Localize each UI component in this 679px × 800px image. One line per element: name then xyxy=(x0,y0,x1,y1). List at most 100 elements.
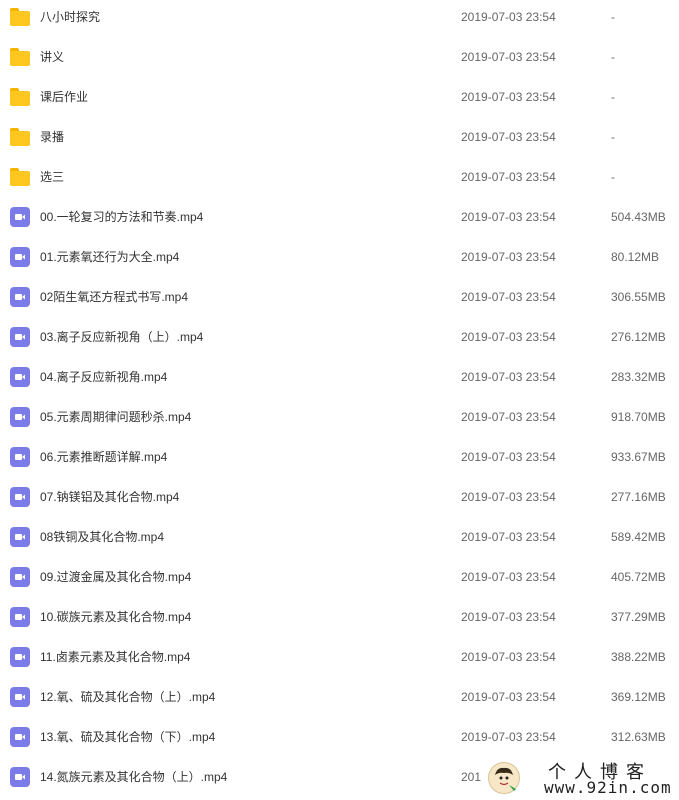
file-size: - xyxy=(611,130,615,144)
watermark-url: www.92in.com xyxy=(544,778,672,797)
list-item[interactable]: 课后作业 2019-07-03 23:54 - xyxy=(0,80,679,120)
file-name[interactable]: 00.一轮复习的方法和节奏.mp4 xyxy=(40,210,203,224)
video-file-icon xyxy=(10,767,30,787)
file-date: 2019-07-03 23:54 xyxy=(461,570,556,584)
list-item[interactable]: 02陌生氧还方程式书写.mp4 2019-07-03 23:54 306.55M… xyxy=(0,280,679,320)
file-date: 2019-07-03 23:54 xyxy=(461,690,556,704)
video-file-icon xyxy=(10,247,30,267)
file-name[interactable]: 12.氧、硫及其化合物（上）.mp4 xyxy=(40,690,215,704)
video-file-icon xyxy=(10,647,30,667)
file-date: 2019-07-03 23:54 xyxy=(461,730,556,744)
video-file-icon xyxy=(10,727,30,747)
file-name[interactable]: 11.卤素元素及其化合物.mp4 xyxy=(40,650,190,664)
file-size: - xyxy=(611,10,615,24)
file-name[interactable]: 02陌生氧还方程式书写.mp4 xyxy=(40,290,188,304)
folder-icon xyxy=(10,128,30,148)
video-file-icon xyxy=(10,367,30,387)
site-watermark: 个人博客 www.92in.com xyxy=(482,754,679,798)
file-date: 2019-07-03 23:54 xyxy=(461,210,556,224)
file-date: 2019-07-03 23:54 xyxy=(461,370,556,384)
video-file-icon xyxy=(10,207,30,227)
list-item[interactable]: 11.卤素元素及其化合物.mp4 2019-07-03 23:54 388.22… xyxy=(0,640,679,680)
file-date: 201 xyxy=(461,770,482,784)
video-file-icon xyxy=(10,287,30,307)
file-date: 2019-07-03 23:54 xyxy=(461,610,556,624)
video-file-icon xyxy=(10,447,30,467)
file-date: 2019-07-03 23:54 xyxy=(461,130,556,144)
video-file-icon xyxy=(10,527,30,547)
video-file-icon xyxy=(10,327,30,347)
video-file-icon xyxy=(10,687,30,707)
list-item[interactable]: 00.一轮复习的方法和节奏.mp4 2019-07-03 23:54 504.4… xyxy=(0,200,679,240)
list-item[interactable]: 12.氧、硫及其化合物（上）.mp4 2019-07-03 23:54 369.… xyxy=(0,680,679,720)
file-name[interactable]: 07.钠镁铝及其化合物.mp4 xyxy=(40,490,179,504)
list-item[interactable]: 03.离子反应新视角（上）.mp4 2019-07-03 23:54 276.1… xyxy=(0,320,679,360)
list-item[interactable]: 01.元素氧还行为大全.mp4 2019-07-03 23:54 80.12MB xyxy=(0,240,679,280)
list-item[interactable]: 选三 2019-07-03 23:54 - xyxy=(0,160,679,200)
file-size: 377.29MB xyxy=(611,610,666,624)
file-size: 80.12MB xyxy=(611,250,660,264)
watermark-avatar-icon xyxy=(488,762,520,794)
file-name[interactable]: 04.离子反应新视角.mp4 xyxy=(40,370,167,384)
file-size: 589.42MB xyxy=(611,530,666,544)
file-name[interactable]: 讲义 xyxy=(40,50,64,64)
file-size: 388.22MB xyxy=(611,650,666,664)
list-item[interactable]: 06.元素推断题详解.mp4 2019-07-03 23:54 933.67MB xyxy=(0,440,679,480)
folder-icon xyxy=(10,168,30,188)
file-size: 283.32MB xyxy=(611,370,666,384)
file-date: 2019-07-03 23:54 xyxy=(461,90,556,104)
video-file-icon xyxy=(10,607,30,627)
file-size: 369.12MB xyxy=(611,690,666,704)
file-size: 306.55MB xyxy=(611,290,666,304)
file-date: 2019-07-03 23:54 xyxy=(461,330,556,344)
file-name[interactable]: 01.元素氧还行为大全.mp4 xyxy=(40,250,179,264)
file-date: 2019-07-03 23:54 xyxy=(461,490,556,504)
file-name[interactable]: 03.离子反应新视角（上）.mp4 xyxy=(40,330,203,344)
video-file-icon xyxy=(10,487,30,507)
file-name[interactable]: 05.元素周期律问题秒杀.mp4 xyxy=(40,410,191,424)
video-file-icon xyxy=(10,567,30,587)
file-date: 2019-07-03 23:54 xyxy=(461,290,556,304)
file-date: 2019-07-03 23:54 xyxy=(461,250,556,264)
file-size: 276.12MB xyxy=(611,330,666,344)
file-name[interactable]: 09.过渡金属及其化合物.mp4 xyxy=(40,570,191,584)
file-size: - xyxy=(611,50,615,64)
list-item[interactable]: 05.元素周期律问题秒杀.mp4 2019-07-03 23:54 918.70… xyxy=(0,400,679,440)
file-name[interactable]: 课后作业 xyxy=(40,90,88,104)
file-size: 918.70MB xyxy=(611,410,666,424)
file-size: - xyxy=(611,90,615,104)
file-date: 2019-07-03 23:54 xyxy=(461,50,556,64)
list-item[interactable]: 八小时探究 2019-07-03 23:54 - xyxy=(0,0,679,40)
folder-icon xyxy=(10,48,30,68)
file-name[interactable]: 08铁铜及其化合物.mp4 xyxy=(40,530,164,544)
list-item[interactable]: 录播 2019-07-03 23:54 - xyxy=(0,120,679,160)
file-size: 405.72MB xyxy=(611,570,666,584)
file-name[interactable]: 06.元素推断题详解.mp4 xyxy=(40,450,167,464)
list-item[interactable]: 04.离子反应新视角.mp4 2019-07-03 23:54 283.32MB xyxy=(0,360,679,400)
file-size: - xyxy=(611,170,615,184)
list-item[interactable]: 讲义 2019-07-03 23:54 - xyxy=(0,40,679,80)
file-size: 312.63MB xyxy=(611,730,666,744)
folder-icon xyxy=(10,8,30,28)
video-file-icon xyxy=(10,407,30,427)
file-date: 2019-07-03 23:54 xyxy=(461,650,556,664)
file-date: 2019-07-03 23:54 xyxy=(461,410,556,424)
file-date: 2019-07-03 23:54 xyxy=(461,450,556,464)
file-name[interactable]: 选三 xyxy=(40,170,64,184)
file-date: 2019-07-03 23:54 xyxy=(461,170,556,184)
list-item[interactable]: 08铁铜及其化合物.mp4 2019-07-03 23:54 589.42MB xyxy=(0,520,679,560)
file-size: 933.67MB xyxy=(611,450,666,464)
file-size: 504.43MB xyxy=(611,210,666,224)
list-item[interactable]: 10.碳族元素及其化合物.mp4 2019-07-03 23:54 377.29… xyxy=(0,600,679,640)
list-item[interactable]: 07.钠镁铝及其化合物.mp4 2019-07-03 23:54 277.16M… xyxy=(0,480,679,520)
list-item[interactable]: 09.过渡金属及其化合物.mp4 2019-07-03 23:54 405.72… xyxy=(0,560,679,600)
file-name[interactable]: 13.氧、硫及其化合物（下）.mp4 xyxy=(40,730,215,744)
file-date: 2019-07-03 23:54 xyxy=(461,10,556,24)
file-name[interactable]: 10.碳族元素及其化合物.mp4 xyxy=(40,610,191,624)
file-date: 2019-07-03 23:54 xyxy=(461,530,556,544)
file-name[interactable]: 八小时探究 xyxy=(40,10,100,24)
folder-icon xyxy=(10,88,30,108)
file-size: 277.16MB xyxy=(611,490,666,504)
file-name[interactable]: 14.氮族元素及其化合物（上）.mp4 xyxy=(40,770,227,784)
file-name[interactable]: 录播 xyxy=(40,130,64,144)
